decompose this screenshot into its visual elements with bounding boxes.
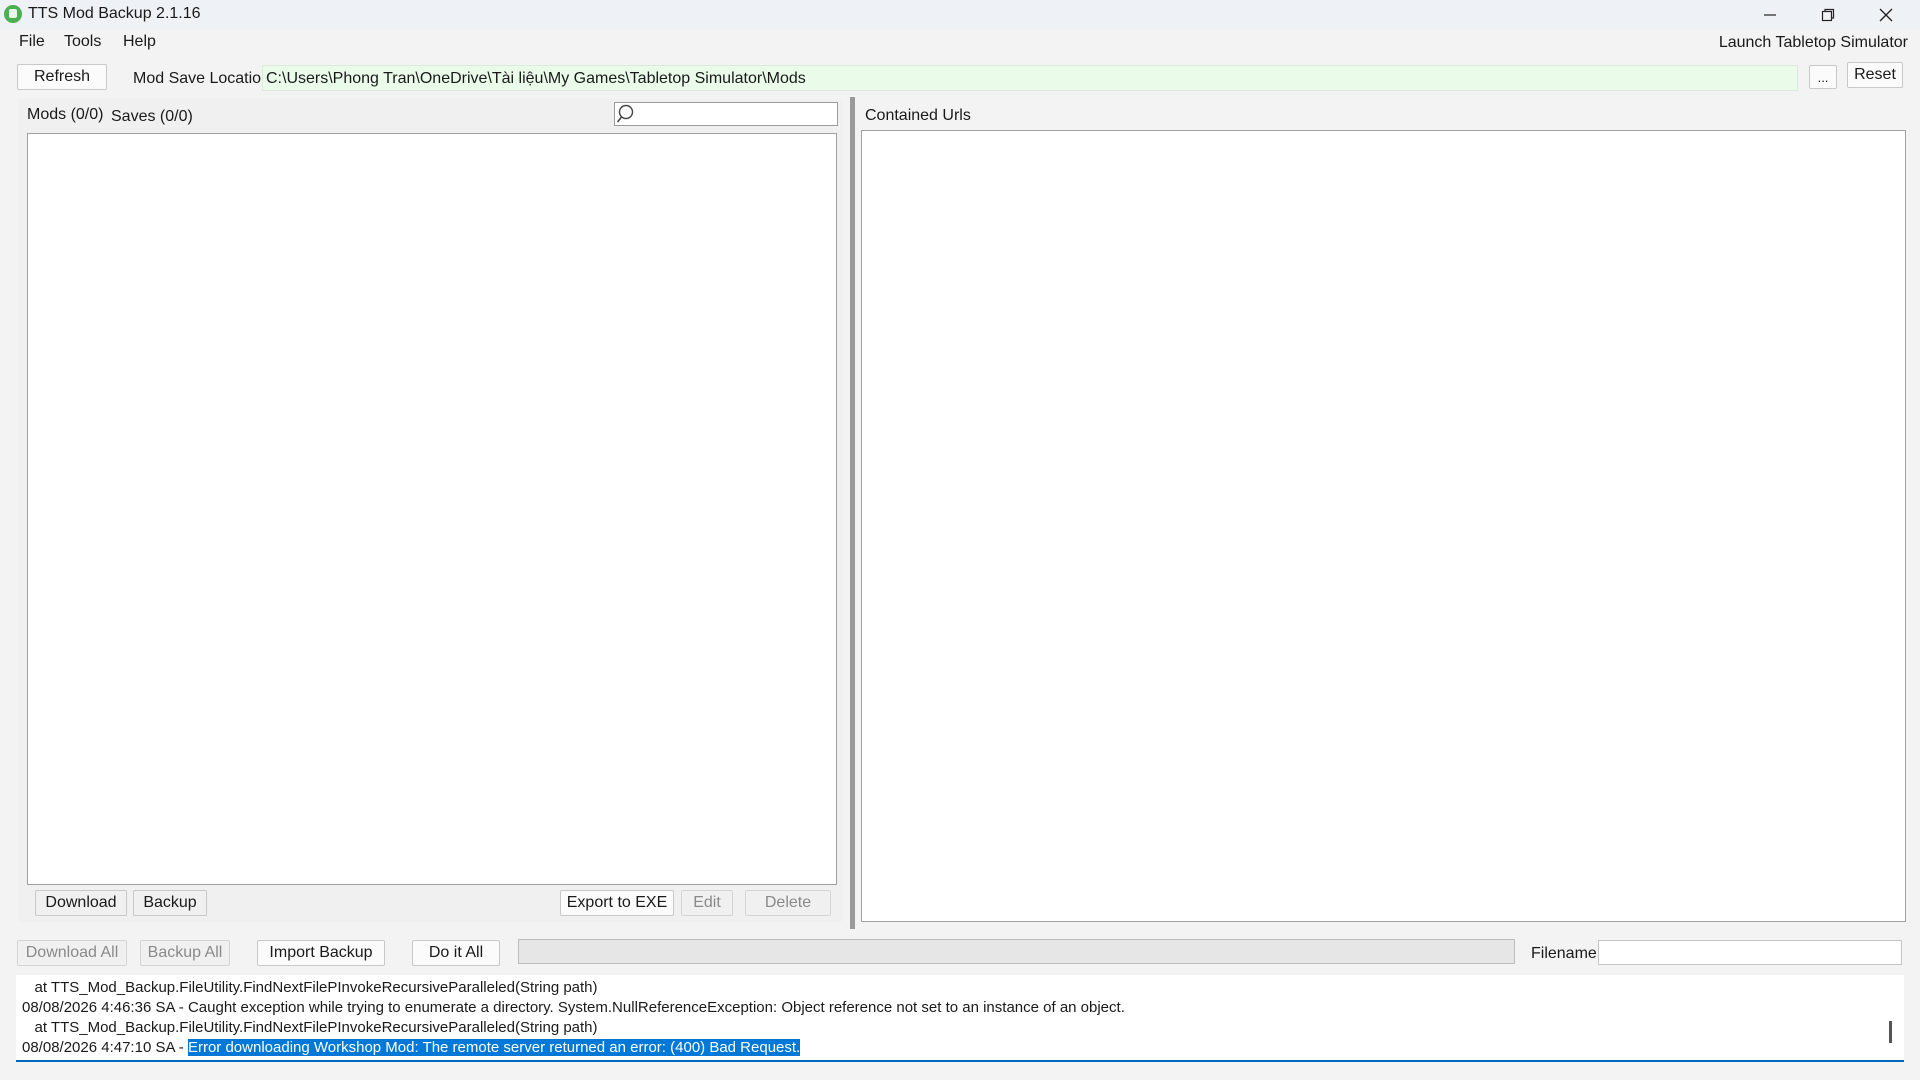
backup-button[interactable]: Backup <box>133 890 207 916</box>
log-line-selected: 08/08/2026 4:47:10 SA - Error downloadin… <box>22 1039 801 1056</box>
close-icon <box>1879 8 1893 21</box>
log-line: 08/08/2026 4:46:36 SA - Caught exception… <box>22 999 1125 1016</box>
search-input[interactable] <box>614 102 838 126</box>
filename-input[interactable] <box>1598 940 1902 965</box>
mod-save-location-label: Mod Save Location <box>133 70 270 87</box>
close-button[interactable] <box>1857 0 1915 29</box>
backup-all-button[interactable]: Backup All <box>140 940 230 966</box>
do-it-all-button[interactable]: Do it All <box>412 940 500 966</box>
app-icon <box>4 5 22 23</box>
download-all-button[interactable]: Download All <box>17 940 127 966</box>
contained-urls-list[interactable] <box>861 130 1906 922</box>
restore-button[interactable] <box>1799 0 1857 29</box>
download-button[interactable]: Download <box>35 890 127 916</box>
mod-save-path-field[interactable]: C:\Users\Phong Tran\OneDrive\Tài liệu\My… <box>262 65 1798 91</box>
progress-bar <box>518 939 1515 964</box>
edit-button[interactable]: Edit <box>681 890 733 916</box>
restore-icon <box>1821 8 1835 21</box>
menu-tools[interactable]: Tools <box>64 33 101 51</box>
search-icon <box>617 104 634 123</box>
window-title: TTS Mod Backup 2.1.16 <box>28 5 201 22</box>
log-line: at TTS_Mod_Backup.FileUtility.FindNextFi… <box>22 979 598 996</box>
log-selected-text: Error downloading Workshop Mod: The remo… <box>187 1039 801 1056</box>
minimize-icon <box>1764 13 1776 16</box>
launch-tts-menu[interactable]: Launch Tabletop Simulator <box>1719 34 1908 52</box>
menu-file[interactable]: File <box>19 33 45 51</box>
menu-help[interactable]: Help <box>123 33 156 51</box>
mod-list[interactable] <box>27 133 837 885</box>
menu-bar <box>0 30 1920 58</box>
minimize-button[interactable] <box>1741 0 1799 29</box>
filename-label: Filename <box>1531 945 1597 962</box>
refresh-button[interactable]: Refresh <box>17 64 107 90</box>
reset-button[interactable]: Reset <box>1847 62 1903 88</box>
panel-splitter[interactable] <box>850 97 855 929</box>
log-timestamp: 08/08/2026 4:47:10 SA - <box>22 1039 188 1056</box>
title-bar <box>0 0 1920 29</box>
log-line: at TTS_Mod_Backup.FileUtility.FindNextFi… <box>22 1019 598 1036</box>
log-scrollbar-thumb[interactable] <box>1889 1021 1892 1043</box>
import-backup-button[interactable]: Import Backup <box>257 940 385 966</box>
tab-mods[interactable]: Mods (0/0) <box>27 106 103 124</box>
tab-saves[interactable]: Saves (0/0) <box>111 108 193 126</box>
delete-button[interactable]: Delete <box>745 890 831 916</box>
contained-urls-label: Contained Urls <box>865 107 971 124</box>
export-to-exe-button[interactable]: Export to EXE <box>560 890 674 916</box>
browse-button[interactable]: ... <box>1809 65 1837 89</box>
log-output[interactable]: at TTS_Mod_Backup.FileUtility.FindNextFi… <box>16 975 1904 1062</box>
